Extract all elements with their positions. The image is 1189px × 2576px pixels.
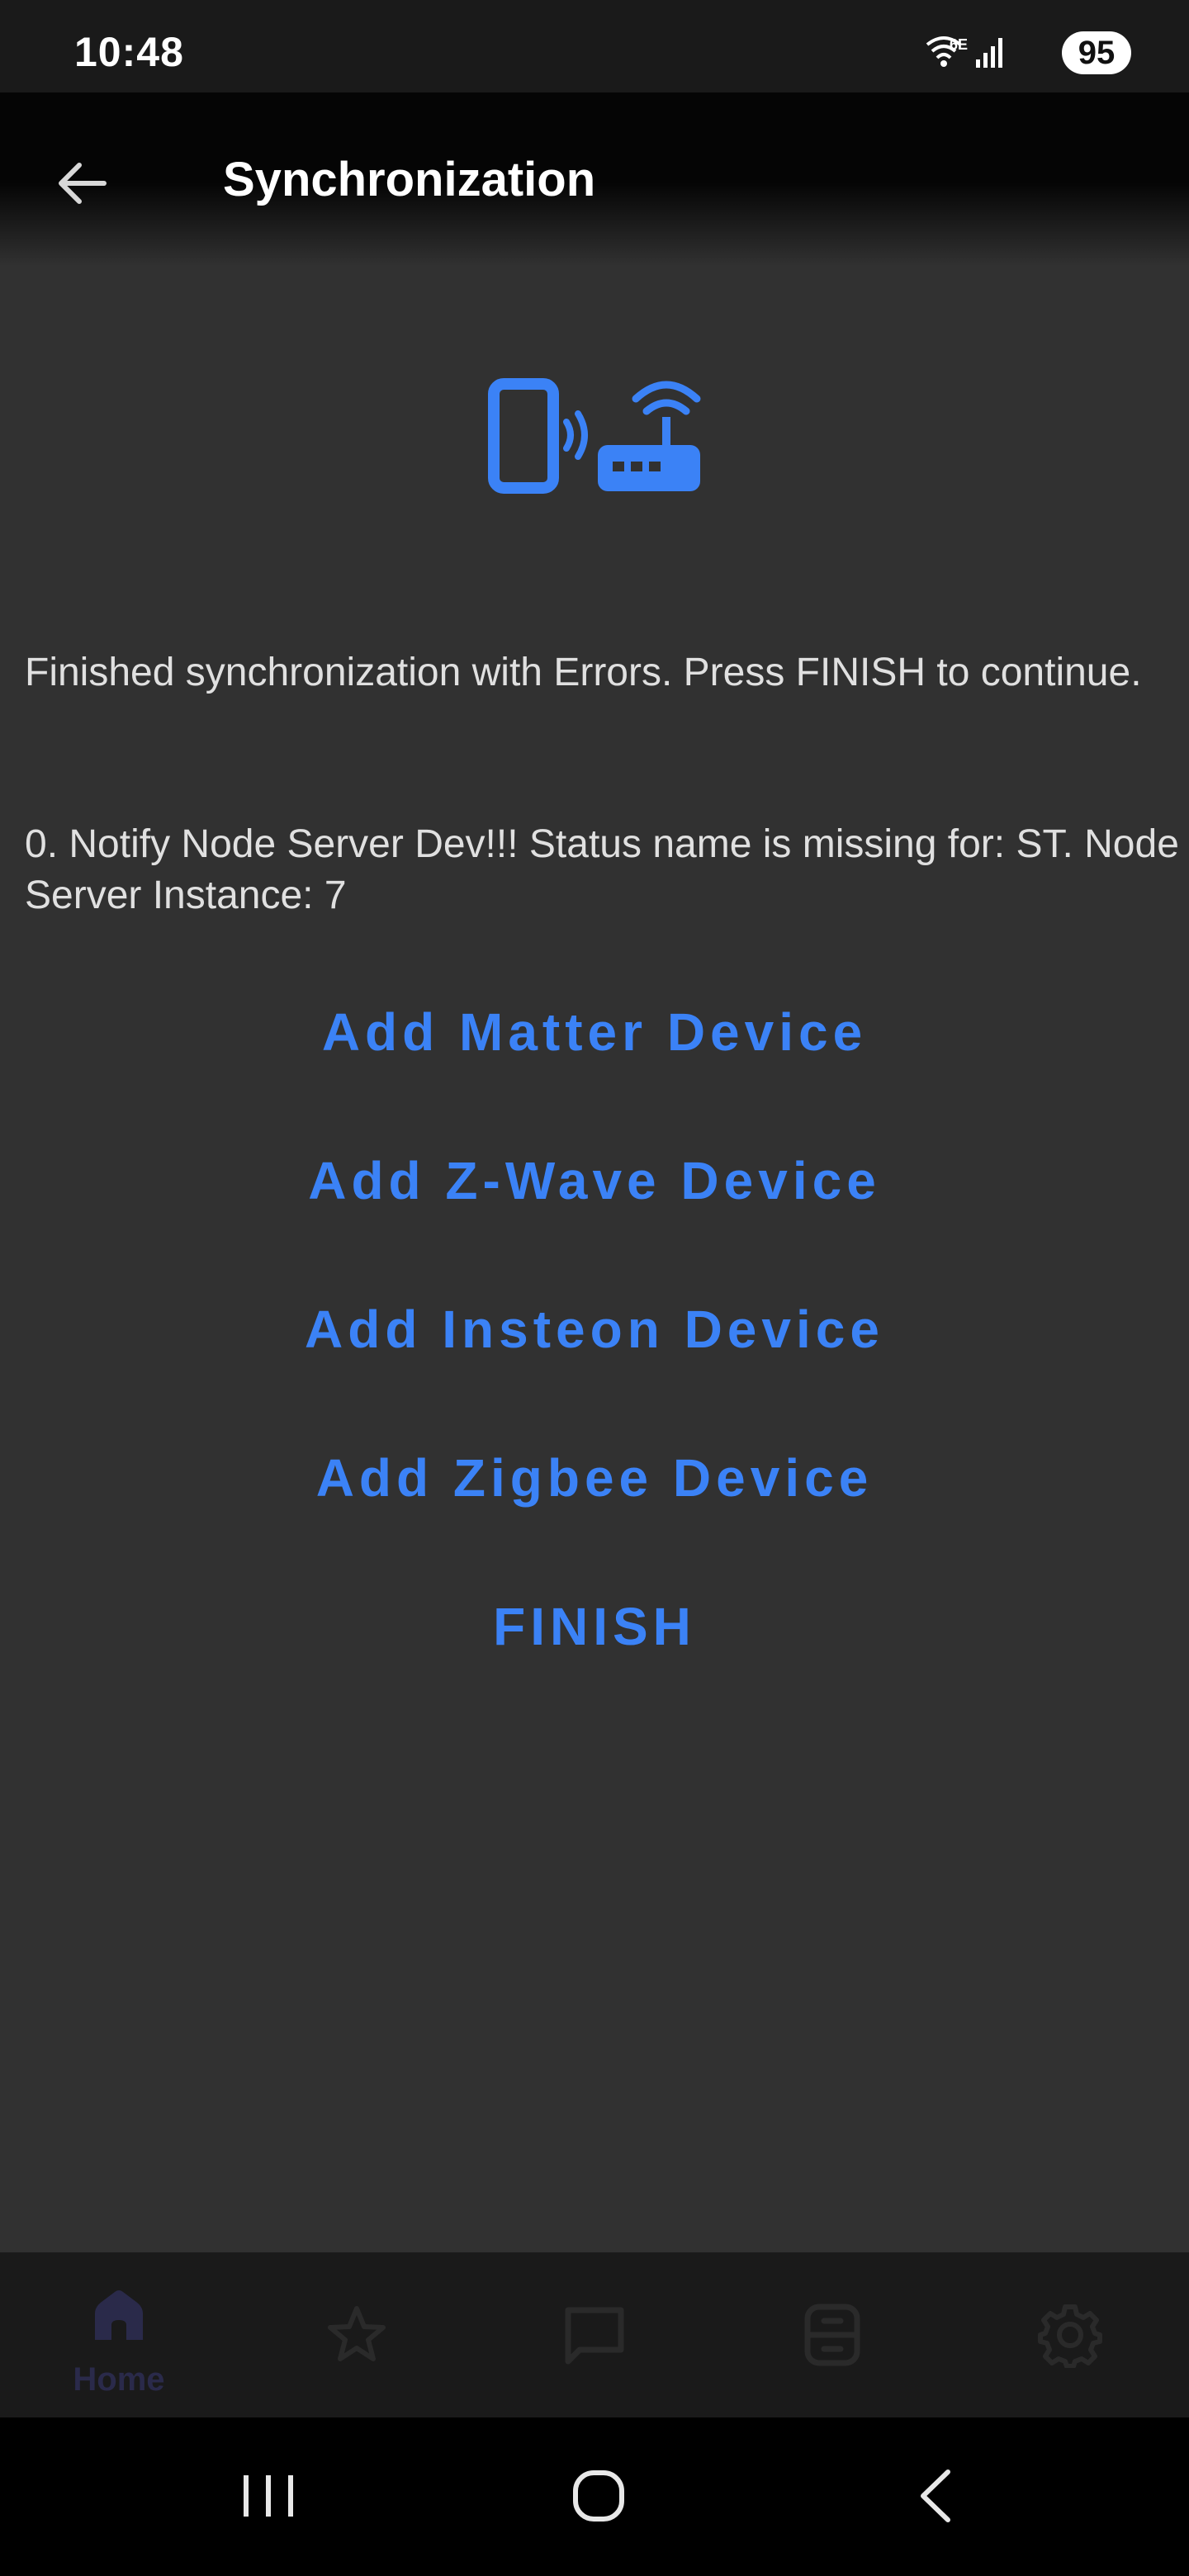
chat-icon	[565, 2307, 624, 2365]
gear-icon	[1038, 2304, 1102, 2368]
nav-item-messages[interactable]	[476, 2252, 713, 2417]
bottom-navigation: Home	[0, 2252, 1189, 2417]
phone-icon	[488, 378, 588, 494]
router-icon	[598, 381, 701, 491]
wifi-band-label: 6E	[949, 36, 968, 53]
page-title: Synchronization	[223, 153, 596, 206]
nav-item-settings[interactable]	[951, 2252, 1189, 2417]
status-time: 10:48	[74, 29, 184, 75]
device-icon	[804, 2304, 860, 2366]
battery-icon: 95	[1062, 31, 1131, 74]
sync-status-message: Finished synchronization with Errors. Pr…	[25, 651, 1142, 694]
signal-icon	[976, 38, 1002, 68]
back-icon[interactable]	[908, 2451, 966, 2541]
nav-label-home: Home	[73, 2361, 165, 2398]
nav-item-home[interactable]: Home	[0, 2252, 238, 2417]
sync-illustration	[488, 378, 701, 494]
add-matter-device-button[interactable]: Add Matter Device	[0, 983, 1189, 1082]
home-icon	[95, 2290, 143, 2340]
nav-item-devices[interactable]	[713, 2252, 951, 2417]
add-zwave-device-button[interactable]: Add Z-Wave Device	[0, 1131, 1189, 1230]
sync-error-message: 0. Notify Node Server Dev!!! Status name…	[25, 822, 1179, 917]
nav-item-favorites[interactable]	[238, 2252, 476, 2417]
recent-apps-icon[interactable]	[239, 2451, 297, 2541]
status-bar: 10:48 6E 95	[0, 0, 1189, 92]
home-button-icon[interactable]	[570, 2451, 628, 2541]
add-insteon-device-button[interactable]: Add Insteon Device	[0, 1280, 1189, 1379]
back-button[interactable]	[50, 149, 119, 218]
system-navigation-bar	[0, 2417, 1189, 2576]
add-zigbee-device-button[interactable]: Add Zigbee Device	[0, 1428, 1189, 1527]
app-bar: Synchronization	[0, 92, 1189, 266]
back-arrow-icon	[59, 163, 107, 204]
star-icon	[328, 2306, 386, 2361]
finish-button[interactable]: FINISH	[0, 1577, 1189, 1676]
